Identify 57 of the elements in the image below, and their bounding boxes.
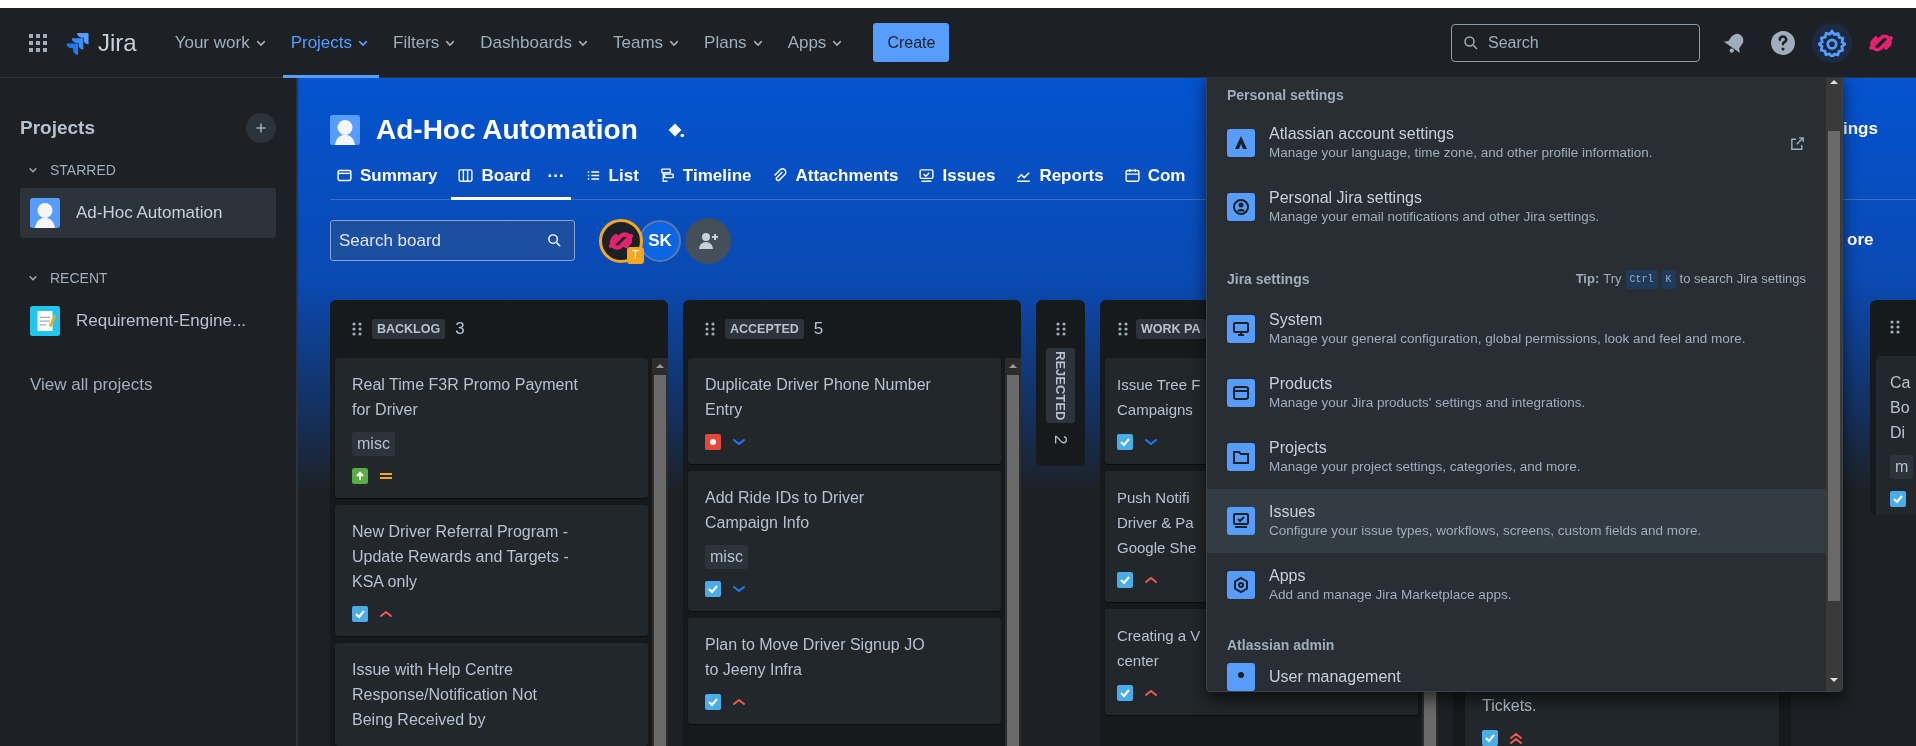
- issue-title: Campaigns: [1117, 400, 1193, 420]
- project-title: Ad-Hoc Automation: [376, 113, 638, 147]
- issue-title: Ca: [1890, 373, 1911, 393]
- issue-title: Google She: [1117, 538, 1197, 558]
- menu-item-description: Manage your general configuration, global permissions, look and feel and more.: [1269, 330, 1747, 348]
- menu-section-heading: Jira settings: [1227, 269, 1310, 289]
- issue-title: Tickets.: [1482, 696, 1537, 716]
- menu-item-description: Manage your email notifications and other Jira settings.: [1269, 208, 1601, 226]
- menu-item-title: Apps: [1269, 566, 1307, 586]
- menu-item-description: Manage your project settings, categories, and more.: [1269, 458, 1582, 476]
- menu-item-title: User management: [1269, 667, 1402, 687]
- menu-item-title: System: [1269, 310, 1324, 330]
- column-status-label: WORK PA: [1136, 319, 1206, 339]
- issue-title: Plan to Move Driver Signup JO to Jeeny Infra: [705, 635, 926, 680]
- section-label: STARRED: [50, 160, 116, 180]
- column-status-label: ACCEPTED: [725, 319, 804, 339]
- issue-title: Di: [1890, 423, 1906, 443]
- column-count: 5: [813, 318, 824, 341]
- keyboard-key: Ctrl: [1625, 269, 1658, 289]
- issue-title: Duplicate Driver Phone Number Entry: [705, 375, 932, 420]
- settings-partial-text: ings: [1843, 118, 1878, 140]
- keyboard-key: K: [1661, 269, 1676, 289]
- menu-item-title: Projects: [1269, 438, 1328, 458]
- menu-section-heading: Atlassian admin: [1227, 635, 1335, 655]
- column-count: 2: [1050, 435, 1072, 445]
- menu-item-title: Products: [1269, 374, 1334, 394]
- sidebar-title: Projects: [20, 115, 95, 140]
- more-partial-text: ore: [1847, 229, 1874, 251]
- menu-item-description: Manage your Jira products' settings and integrations.: [1269, 394, 1587, 412]
- column-count: 3: [455, 318, 465, 341]
- section-label: RECENT: [50, 268, 108, 288]
- issue-title: Push Notifi: [1117, 488, 1190, 508]
- issue-title: Add Ride IDs to Driver Campaign Info: [705, 488, 866, 533]
- issue-title: Issue Tree F: [1117, 375, 1201, 395]
- avatar-badge: T: [627, 246, 644, 264]
- issue-title: Real Time F3R Promo Payment for Driver: [352, 375, 579, 420]
- menu-item-title: Atlassian account settings: [1269, 124, 1455, 144]
- issue-title: Creating a V: [1117, 626, 1201, 646]
- menu-item-title: Issues: [1269, 502, 1317, 522]
- menu-item-description: Configure your issue types, workflows, screens, custom fields and more.: [1269, 522, 1703, 540]
- issue-label: misc: [705, 545, 748, 569]
- column-status-label: BACKLOG: [372, 319, 446, 339]
- menu-item-title: Personal Jira settings: [1269, 188, 1423, 208]
- issue-label: m: [1890, 455, 1914, 479]
- tip-text: to search Jira settings: [1679, 270, 1806, 289]
- issue-label: misc: [352, 432, 395, 456]
- menu-item-description: Manage your language, time zone, and other profile information.: [1269, 144, 1654, 162]
- menu-item-description: Add and manage Jira Marketplace apps.: [1269, 586, 1513, 604]
- tip-text: Try: [1603, 270, 1622, 289]
- issue-title: Driver & Pa: [1117, 513, 1194, 533]
- issue-title: center: [1117, 651, 1159, 671]
- issue-title: Bo: [1890, 398, 1910, 418]
- tip-label: Tip:: [1575, 270, 1600, 289]
- issue-title: New Driver Referral Program - Update Rewards and Targets - KSA only: [352, 522, 570, 592]
- issue-title: Issue with Help Centre Response/Notification Not Being Received by: [352, 660, 538, 730]
- menu-section-heading: Personal settings: [1227, 85, 1344, 105]
- column-status-label: REJECTED: [1045, 348, 1076, 424]
